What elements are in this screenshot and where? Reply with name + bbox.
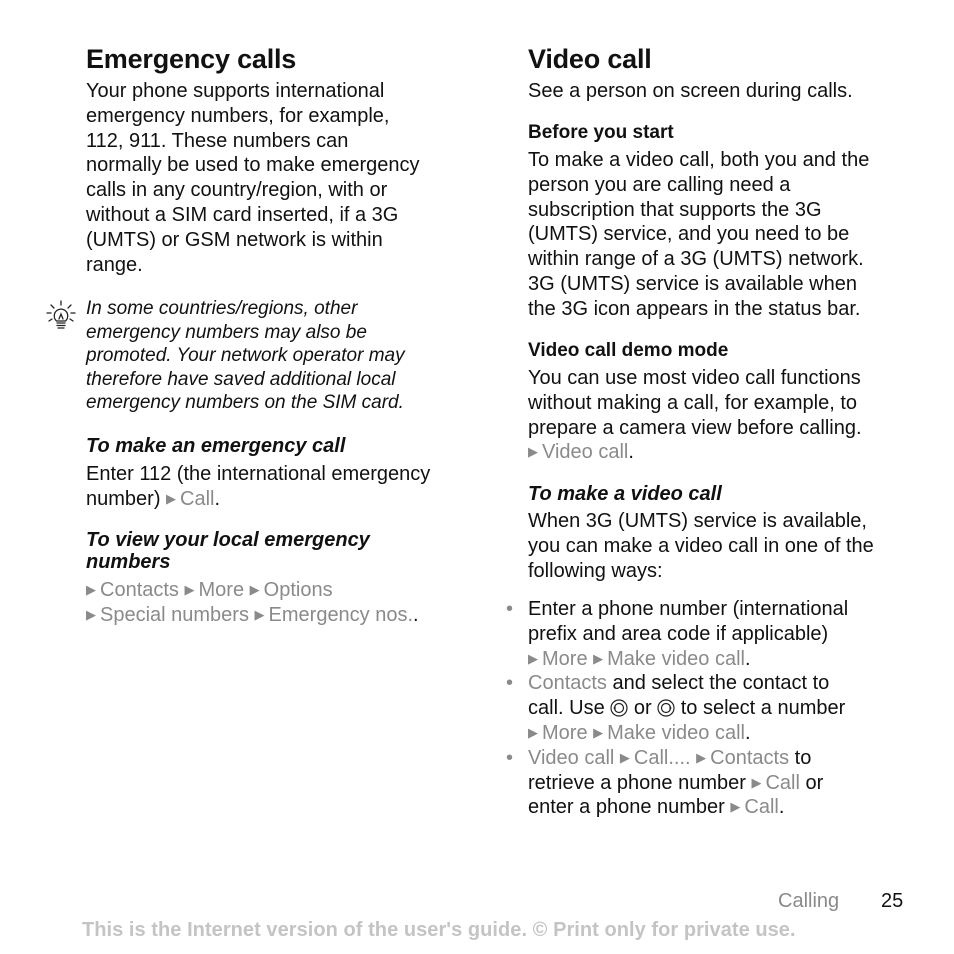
- footer-section-name: Calling: [778, 890, 840, 912]
- heading-before-you-start: Before you start: [528, 122, 674, 143]
- bullet: •: [506, 598, 514, 620]
- arrow-icon: ▶: [751, 774, 762, 790]
- arrow-icon: ▶: [528, 724, 538, 740]
- section-title-emergency-calls: Emergency calls: [86, 44, 297, 74]
- footer-notice: This is the Internet version of the user…: [82, 919, 796, 941]
- heading-view-emergency-numbers: To view your local emergency numbers: [86, 529, 370, 573]
- arrow-icon: ▶: [249, 582, 260, 597]
- menu-item-make-video-call[interactable]: Make video call: [607, 722, 745, 744]
- bullet: •: [506, 672, 514, 695]
- arrow-icon: ▶: [184, 582, 195, 597]
- menu-item-more[interactable]: More: [542, 648, 588, 670]
- page-number: 25: [881, 890, 904, 912]
- heading-make-video-call: To make a video call: [528, 483, 722, 505]
- bullet: •: [506, 746, 514, 769]
- arrow-icon: ▶: [696, 749, 707, 765]
- menu-item-special-numbers[interactable]: Special numbers: [100, 604, 249, 626]
- heading-video-call-demo-mode: Video call demo mode: [528, 340, 729, 361]
- list-item: • Video call ▶ Call.... ▶ Contacts to retr…: [506, 746, 824, 819]
- arrow-icon: ▶: [86, 582, 96, 597]
- view-numbers-menu-path: ▶ Contacts ▶ More ▶ Options ▶ Special number…: [86, 579, 419, 626]
- arrow-icon: ▶: [528, 444, 538, 460]
- menu-item-emergency-nos[interactable]: Emergency nos.: [269, 604, 414, 626]
- before-you-start-text: To make a video call, both you and the p…: [528, 149, 870, 320]
- section-title-video-call: Video call: [528, 44, 652, 74]
- menu-item-call[interactable]: Call: [765, 772, 799, 794]
- menu-item-contacts[interactable]: Contacts: [100, 579, 179, 601]
- video-call-methods-list: • Enter a phone number (international pr…: [506, 597, 918, 820]
- menu-item-contacts[interactable]: Contacts: [528, 672, 607, 694]
- demo-mode-text: You can use most video call functions wi…: [528, 367, 862, 464]
- navigation-key-left-icon: [610, 699, 628, 717]
- lightbulb-icon: [46, 300, 76, 329]
- menu-item-video-call[interactable]: Video call: [528, 747, 614, 769]
- arrow-icon: ▶: [166, 490, 177, 506]
- menu-item-options[interactable]: Options: [264, 579, 333, 601]
- navigation-key-right-icon: [657, 699, 675, 717]
- make-emergency-call-text: Enter 112 (the international emergency n…: [86, 463, 431, 510]
- menu-item-make-video-call[interactable]: Make video call: [607, 648, 745, 670]
- arrow-icon: ▶: [86, 606, 96, 622]
- arrow-icon: ▶: [619, 749, 630, 765]
- list-item: • Enter a phone number (international pr…: [506, 598, 849, 670]
- make-video-call-text: When 3G (UMTS) service is available, you…: [528, 510, 874, 582]
- video-call-intro: See a person on screen during calls.: [528, 80, 853, 102]
- arrow-icon: ▶: [254, 606, 265, 622]
- menu-item-more[interactable]: More: [199, 579, 245, 601]
- arrow-icon: ▶: [593, 650, 604, 666]
- menu-item-call-ellipsis[interactable]: Call....: [634, 747, 691, 769]
- heading-make-emergency-call: To make an emergency call: [86, 435, 346, 457]
- tip-note: In some countries/regions, other emergen…: [86, 298, 405, 413]
- arrow-icon: ▶: [528, 650, 538, 666]
- emergency-intro: Your phone supports international emerge…: [86, 80, 420, 276]
- list-item: • Contacts and select the contact to cal…: [506, 672, 846, 744]
- menu-item-call[interactable]: Call: [744, 796, 778, 818]
- menu-item-call[interactable]: Call: [180, 488, 214, 510]
- arrow-icon: ▶: [730, 799, 741, 815]
- menu-item-contacts[interactable]: Contacts: [710, 747, 789, 769]
- menu-item-more[interactable]: More: [542, 722, 588, 744]
- menu-item-video-call[interactable]: Video call: [542, 441, 628, 463]
- arrow-icon: ▶: [593, 724, 604, 740]
